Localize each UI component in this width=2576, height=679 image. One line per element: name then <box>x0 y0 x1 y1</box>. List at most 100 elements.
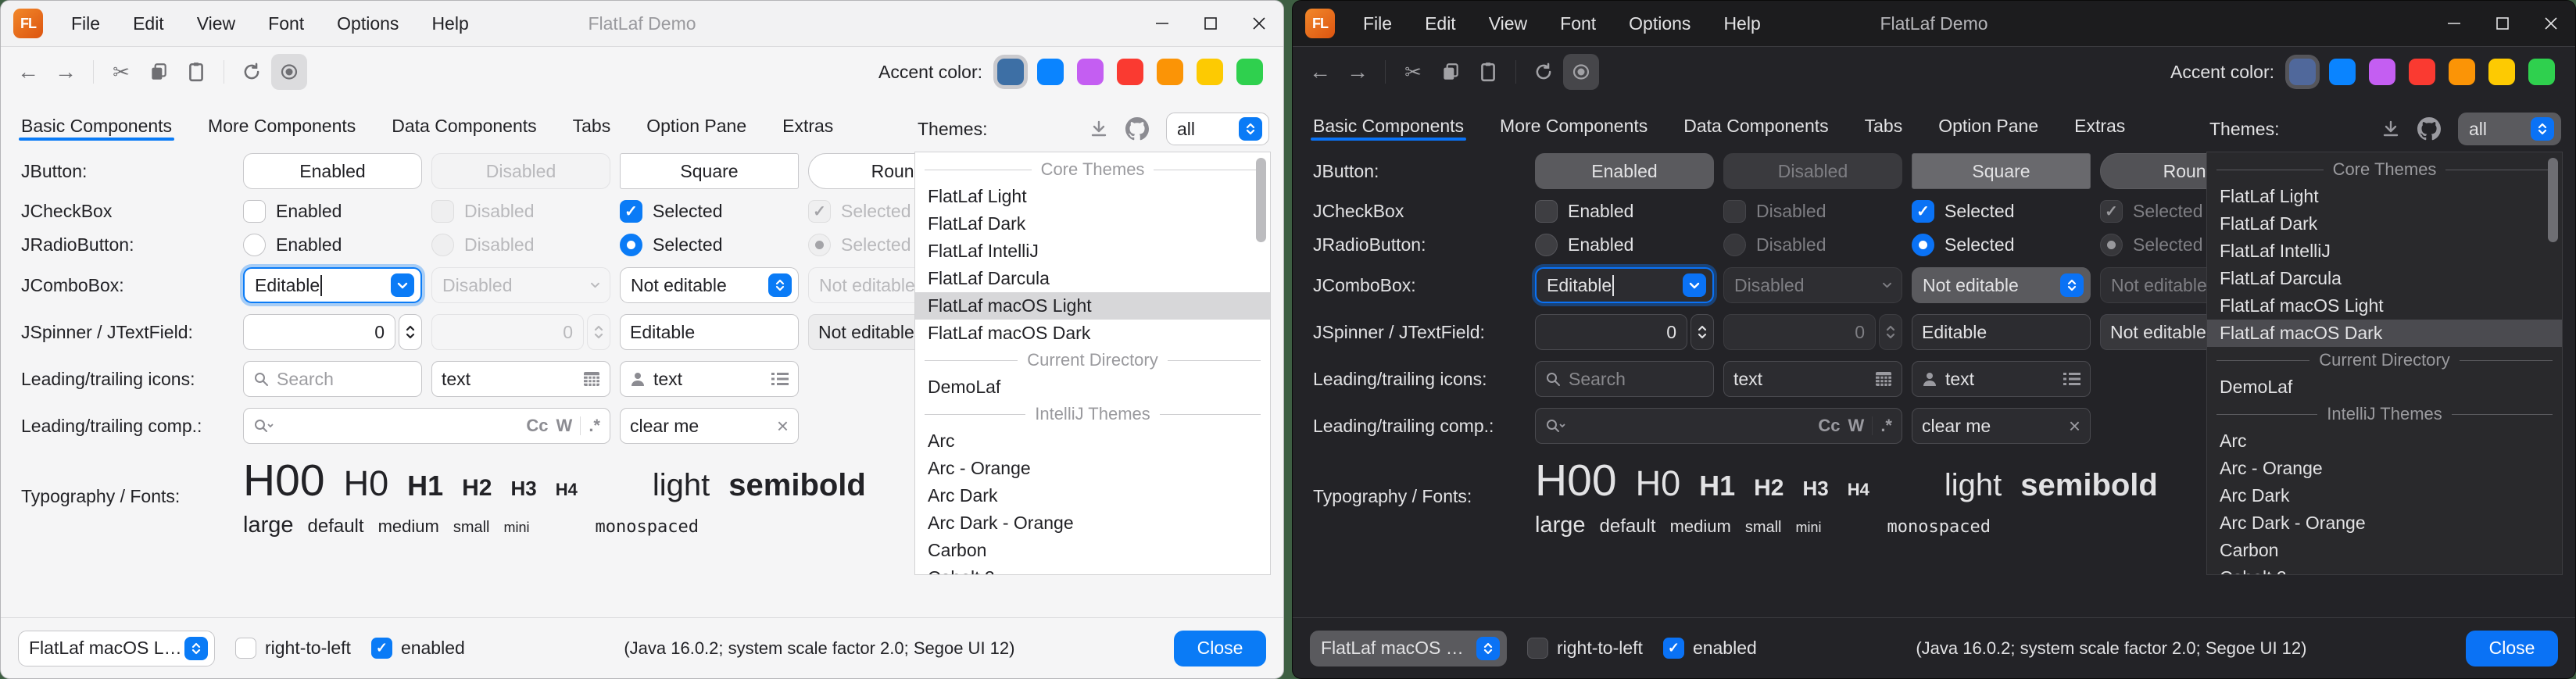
search-input[interactable]: Search <box>1535 361 1714 397</box>
rtl-checkbox[interactable]: right-to-left <box>1527 638 1643 659</box>
github-icon[interactable] <box>1125 117 1149 141</box>
tab-basic-components[interactable]: Basic Components <box>1313 116 1464 142</box>
list-item[interactable]: FlatLaf Dark <box>915 210 1270 238</box>
theme-combobox[interactable]: FlatLaf macOS Li… <box>18 631 215 666</box>
github-icon[interactable] <box>2417 117 2441 141</box>
list-item[interactable]: Arc - Orange <box>2207 455 2562 482</box>
accent-swatch-yellow[interactable] <box>2488 59 2515 85</box>
checkbox-enabled[interactable]: Enabled <box>1535 200 1714 223</box>
calendar-icon[interactable] <box>1875 371 1892 387</box>
accent-swatch-green[interactable] <box>2528 59 2555 85</box>
tab-tabs[interactable]: Tabs <box>573 116 611 142</box>
rtl-checkbox[interactable]: right-to-left <box>235 638 351 659</box>
date-input[interactable]: text <box>431 361 610 397</box>
spinner-buttons[interactable] <box>399 314 422 350</box>
accent-swatch-blue[interactable] <box>2329 59 2356 85</box>
list-item[interactable]: Arc Dark <box>2207 482 2562 509</box>
combobox-arrow-button[interactable] <box>768 273 792 297</box>
tab-more-components[interactable]: More Components <box>208 116 356 142</box>
menu-help[interactable]: Help <box>1723 13 1760 34</box>
list-item[interactable]: FlatLaf Dark <box>2207 210 2562 238</box>
list-item-selected[interactable]: FlatLaf macOS Dark <box>2207 320 2562 347</box>
combobox-arrow-button[interactable] <box>1683 273 1706 297</box>
combobox-arrow-button[interactable] <box>184 637 208 660</box>
list-item[interactable]: FlatLaf Light <box>915 183 1270 210</box>
show-hidden-eye-icon[interactable] <box>1563 54 1599 90</box>
menu-font[interactable]: Font <box>1560 13 1596 34</box>
list-item[interactable]: Arc <box>915 427 1270 455</box>
checkbox-selected[interactable]: ✓Selected <box>1912 200 2091 223</box>
tab-data-components[interactable]: Data Components <box>392 116 536 142</box>
list-item-selected[interactable]: FlatLaf macOS Light <box>915 292 1270 320</box>
close-button[interactable]: Close <box>1174 631 1266 666</box>
search-input[interactable]: Search <box>243 361 422 397</box>
combobox-not-editable[interactable]: Not editable <box>620 267 799 303</box>
combobox-arrow-button[interactable] <box>1476 637 1500 660</box>
enabled-checkbox[interactable]: ✓enabled <box>1663 638 1757 659</box>
close-window-button[interactable] <box>1235 2 1283 46</box>
theme-combobox[interactable]: FlatLaf macOS D… <box>1310 631 1507 666</box>
list-item[interactable]: Cobalt 2 <box>2207 564 2562 575</box>
accent-swatch-red[interactable] <box>2409 59 2435 85</box>
radio-selected[interactable]: Selected <box>620 234 799 256</box>
refresh-icon[interactable] <box>1526 54 1562 90</box>
list-item[interactable]: Arc <box>2207 427 2562 455</box>
search-dropdown-icon[interactable] <box>253 418 274 434</box>
combobox-editable[interactable]: Editable <box>243 267 422 303</box>
list-item[interactable]: Arc Dark - Orange <box>2207 509 2562 537</box>
accent-swatch-green[interactable] <box>1236 59 1263 85</box>
list-item[interactable]: FlatLaf IntelliJ <box>2207 238 2562 265</box>
list-item[interactable]: Cobalt 2 <box>915 564 1270 575</box>
clearable-input[interactable]: clear me × <box>620 408 799 444</box>
menu-view[interactable]: View <box>197 13 235 34</box>
tab-extras[interactable]: Extras <box>2074 116 2125 142</box>
list-item[interactable]: FlatLaf IntelliJ <box>915 238 1270 265</box>
menu-edit[interactable]: Edit <box>1425 13 1456 34</box>
accent-swatch-red[interactable] <box>1117 59 1143 85</box>
checkbox-enabled[interactable]: Enabled <box>243 200 422 223</box>
list-item[interactable]: Arc - Orange <box>915 455 1270 482</box>
accent-swatch-orange[interactable] <box>1157 59 1183 85</box>
minimize-button[interactable] <box>1138 2 1186 46</box>
cut-icon[interactable]: ✂ <box>1395 54 1431 90</box>
list-item[interactable]: FlatLaf macOS Dark <box>915 320 1270 347</box>
textfield-editable[interactable]: Editable <box>1912 314 2091 350</box>
list-item[interactable]: DemoLaf <box>2207 373 2562 401</box>
radio-enabled[interactable]: Enabled <box>243 234 422 256</box>
clearable-input[interactable]: clear me × <box>1912 408 2091 444</box>
checkbox-selected[interactable]: ✓Selected <box>620 200 799 223</box>
list-item[interactable]: FlatLaf Darcula <box>915 265 1270 292</box>
tab-extras[interactable]: Extras <box>782 116 833 142</box>
list-item[interactable]: FlatLaf macOS Light <box>2207 292 2562 320</box>
square-button[interactable]: Square <box>1912 153 2091 189</box>
accent-swatch-orange[interactable] <box>2449 59 2475 85</box>
tab-option-pane[interactable]: Option Pane <box>646 116 746 142</box>
radio-selected[interactable]: Selected <box>1912 234 2091 256</box>
menu-edit[interactable]: Edit <box>133 13 164 34</box>
list-item[interactable]: Carbon <box>2207 537 2562 564</box>
maximize-button[interactable] <box>1186 2 1235 46</box>
combobox-not-editable[interactable]: Not editable <box>1912 267 2091 303</box>
list-item[interactable]: DemoLaf <box>915 373 1270 401</box>
regex-button[interactable]: .* <box>589 416 600 436</box>
textfield-editable[interactable]: Editable <box>620 314 799 350</box>
match-case-button[interactable]: Cc <box>526 416 548 436</box>
copy-icon[interactable] <box>141 54 177 90</box>
download-icon[interactable] <box>1089 120 1108 138</box>
clear-icon[interactable]: × <box>2069 416 2080 436</box>
minimize-button[interactable] <box>2430 2 2478 46</box>
accent-swatch-blue[interactable] <box>1037 59 1064 85</box>
menu-file[interactable]: File <box>1363 13 1392 34</box>
calendar-icon[interactable] <box>583 371 600 387</box>
tab-option-pane[interactable]: Option Pane <box>1938 116 2038 142</box>
forward-icon[interactable]: → <box>48 54 84 90</box>
combobox-arrow-button[interactable] <box>2531 117 2554 141</box>
menu-options[interactable]: Options <box>337 13 399 34</box>
search-dropdown-icon[interactable] <box>1545 418 1565 434</box>
regex-button[interactable]: .* <box>1880 416 1892 436</box>
user-list-input[interactable]: text <box>1912 361 2091 397</box>
maximize-button[interactable] <box>2478 2 2527 46</box>
list-icon[interactable] <box>2063 372 2080 386</box>
cut-icon[interactable]: ✂ <box>103 54 139 90</box>
themes-filter-combobox[interactable]: all <box>2458 113 2561 145</box>
